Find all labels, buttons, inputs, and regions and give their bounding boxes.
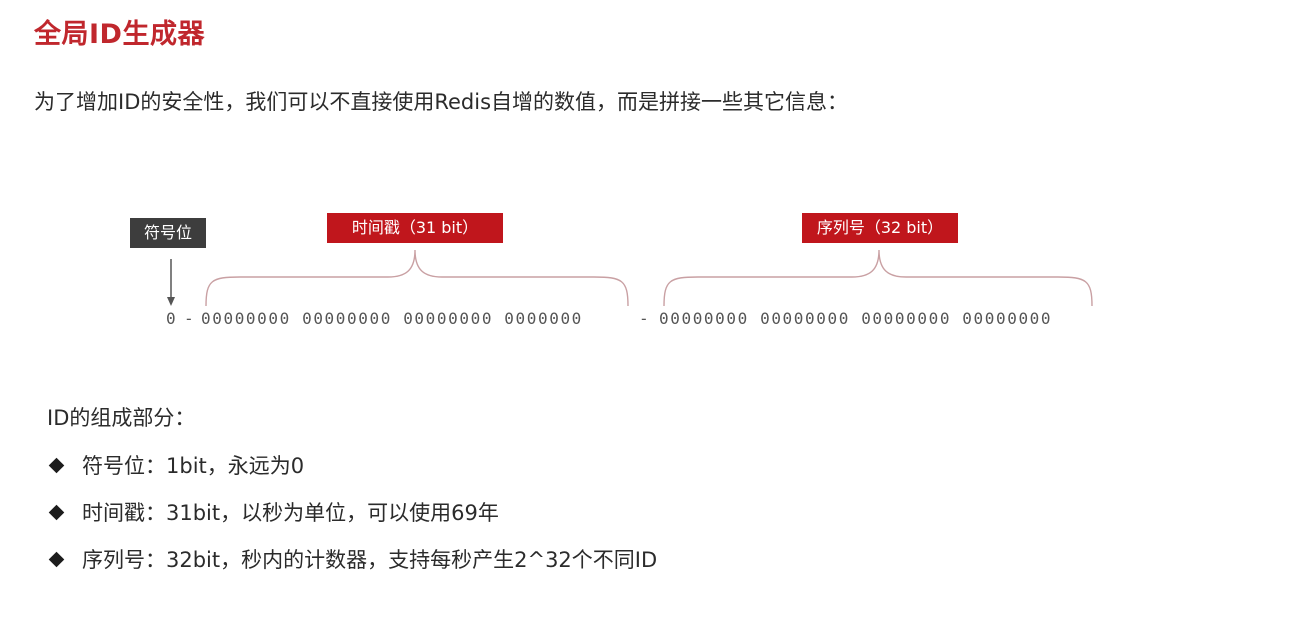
diagram-graphics <box>167 249 1093 307</box>
diamond-bullet-icon <box>48 551 65 567</box>
list-item: 符号位：1bit，永远为0 <box>47 450 304 480</box>
diamond-bullet-icon <box>48 457 65 473</box>
list-item: 时间戳：31bit，以秒为单位，可以使用69年 <box>47 497 499 527</box>
timestamp-brace <box>205 249 629 307</box>
parts-heading: ID的组成部分： <box>47 406 196 430</box>
list-item-text: 时间戳：31bit，以秒为单位，可以使用69年 <box>82 501 499 525</box>
list-item-text: 符号位：1bit，永远为0 <box>82 454 305 478</box>
diamond-bullet-icon <box>48 504 65 520</box>
sign-arrow-head <box>167 297 175 306</box>
list-item: 序列号：32bit，秒内的计数器，支持每秒产生2^32个不同ID <box>47 544 657 574</box>
list-item-text: 序列号：32bit，秒内的计数器，支持每秒产生2^32个不同ID <box>82 548 658 572</box>
sequence-brace <box>663 249 1093 307</box>
sequence-bits: 00000000 00000000 00000000 00000000 <box>659 309 1053 328</box>
bit-separator: - <box>639 309 651 328</box>
timestamp-bits: 00000000 00000000 00000000 0000000 <box>201 309 583 328</box>
sign-bit-value: 0 <box>166 309 178 328</box>
bit-separator: - <box>184 309 196 328</box>
